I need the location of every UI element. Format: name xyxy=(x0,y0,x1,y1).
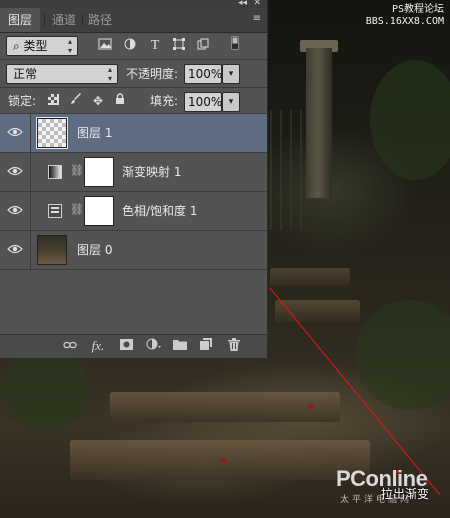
opacity-label: 不透明度: xyxy=(126,67,179,81)
panel-divider xyxy=(0,59,267,60)
dropdown-arrows-icon: ▴ ▾ xyxy=(107,65,112,83)
opacity-dropdown-button[interactable]: ▾ xyxy=(222,64,240,84)
forum-watermark: PS教程论坛 BBS.16XX8.COM xyxy=(366,4,444,28)
eye-icon xyxy=(7,244,23,254)
eye-icon xyxy=(7,166,23,176)
watermark-line1: PS教程论坛 xyxy=(391,4,444,15)
visibility-toggle[interactable] xyxy=(0,153,31,191)
gradient-map-adjustment-icon xyxy=(48,165,62,179)
layer-name: 图层 0 xyxy=(77,243,113,257)
fill-dropdown-button[interactable]: ▾ xyxy=(222,92,240,112)
panel-tabs: 图层 通道 路径 ≡ xyxy=(0,8,267,33)
tab-layers[interactable]: 图层 xyxy=(0,8,41,32)
lock-row: 锁定: ✥ 填充: 100% ▾ xyxy=(0,90,267,114)
layer-thumbnail-transparent xyxy=(36,117,68,149)
panel-divider xyxy=(0,87,267,88)
lock-label: 锁定: xyxy=(8,94,37,108)
eye-icon xyxy=(7,205,23,215)
panel-bottom-toolbar: fx. xyxy=(0,334,267,358)
type-filter-icon[interactable]: T xyxy=(146,36,164,56)
search-icon: ⌕ xyxy=(13,39,24,53)
layer-name: 图层 1 xyxy=(77,126,113,140)
image-filter-icon[interactable] xyxy=(96,36,114,56)
layer-row-hue-saturation[interactable]: ⛓ 色相/饱和度 1 xyxy=(0,191,267,230)
mask-link-icon[interactable]: ⛓ xyxy=(70,164,84,178)
blend-mode-value: 正常 xyxy=(13,67,38,81)
blend-row: 正常 ▴ ▾ 不透明度: 100% ▾ xyxy=(0,62,267,86)
layer-thumbnail-photo xyxy=(37,235,67,265)
layer-mask-thumbnail[interactable] xyxy=(84,196,114,226)
lock-pixels-brush-icon[interactable] xyxy=(67,91,85,111)
layer-row-layer-1[interactable]: 图层 1 xyxy=(0,113,267,152)
fx-icon[interactable]: fx. xyxy=(90,338,106,354)
folder-icon[interactable] xyxy=(172,338,188,354)
filter-toggle-icon[interactable] xyxy=(226,36,244,56)
fill-label: 填充: xyxy=(150,94,179,108)
lock-all-icon[interactable] xyxy=(111,91,129,111)
visibility-toggle[interactable] xyxy=(0,231,31,269)
eye-icon xyxy=(7,127,23,137)
filter-row: ⌕ 类型 ▴ ▾ T xyxy=(0,34,267,58)
shape-filter-icon[interactable] xyxy=(170,36,188,56)
layers-panel: ◂◂ ✕ 图层 通道 路径 ≡ ⌕ 类型 ▴ ▾ T 正常 ▴ ▾ 不透明度: … xyxy=(0,0,268,358)
blend-mode-dropdown[interactable]: 正常 ▴ ▾ xyxy=(6,64,118,84)
smart-object-filter-icon[interactable] xyxy=(194,36,212,56)
opacity-input[interactable]: 100% xyxy=(184,64,222,84)
layer-name: 渐变映射 1 xyxy=(122,165,182,179)
visibility-toggle[interactable] xyxy=(0,192,31,230)
drag-gradient-caption: 拉出渐变 xyxy=(381,487,430,501)
trash-icon[interactable] xyxy=(226,338,242,354)
hue-saturation-adjustment-icon xyxy=(48,204,62,218)
tab-paths[interactable]: 路径 xyxy=(80,8,120,32)
layer-name: 色相/饱和度 1 xyxy=(122,204,198,218)
filter-kind-dropdown[interactable]: ⌕ 类型 ▴ ▾ xyxy=(6,36,78,56)
filter-kind-label: 类型 xyxy=(23,39,48,53)
layer-row-layer-0[interactable]: 图层 0 xyxy=(0,230,267,270)
layers-list: 图层 1 ⛓ 渐变映射 1 ⛓ 色相/饱和度 1 图层 0 xyxy=(0,113,267,270)
mask-link-icon[interactable]: ⛓ xyxy=(70,203,84,217)
dropdown-arrows-icon: ▴ ▾ xyxy=(67,37,72,55)
lock-position-move-icon[interactable]: ✥ xyxy=(89,91,107,111)
fill-input[interactable]: 100% xyxy=(184,92,222,112)
panel-titlebar: ◂◂ ✕ xyxy=(0,0,267,8)
mask-icon[interactable] xyxy=(118,338,134,354)
lock-transparency-icon[interactable] xyxy=(44,91,62,111)
panel-menu-icon[interactable]: ≡ xyxy=(253,14,261,24)
watermark-line2: BBS.16XX8.COM xyxy=(365,16,444,27)
new-layer-icon[interactable] xyxy=(198,338,214,354)
link-icon[interactable] xyxy=(62,338,78,354)
layer-row-gradient-map[interactable]: ⛓ 渐变映射 1 xyxy=(0,152,267,191)
adjustment-filter-icon[interactable] xyxy=(121,36,139,56)
new-adjustment-icon[interactable] xyxy=(146,338,162,354)
visibility-toggle[interactable] xyxy=(0,114,31,152)
layer-mask-thumbnail[interactable] xyxy=(84,157,114,187)
tab-channels[interactable]: 通道 xyxy=(44,8,84,32)
